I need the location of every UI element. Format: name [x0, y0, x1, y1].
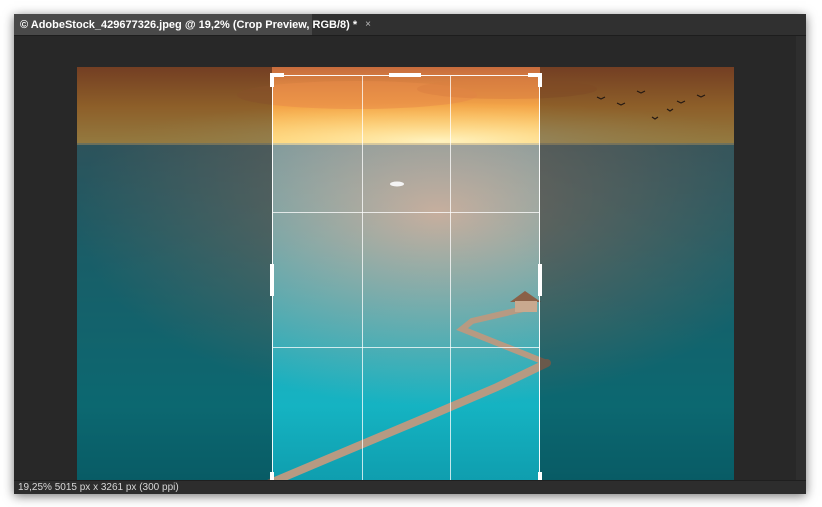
document-tab-bar: © AdobeStock_429677326.jpeg @ 19,2% (Cro…	[14, 14, 806, 36]
crop-handle-top-left-v[interactable]	[270, 73, 274, 87]
crop-handle-top-right-v[interactable]	[538, 73, 542, 87]
vertical-scrollbar[interactable]	[796, 36, 806, 480]
crop-grid-line	[273, 347, 539, 349]
status-bar: 19,25% 5015 px x 3261 px (300 ppi)	[14, 480, 806, 494]
crop-handle-left[interactable]	[270, 264, 274, 296]
canvas-area[interactable]	[14, 36, 806, 494]
zoom-level[interactable]: 19,25%	[18, 482, 52, 493]
photo-canvas[interactable]	[77, 67, 734, 494]
crop-grid-line	[361, 76, 363, 483]
crop-shield-left	[77, 67, 272, 494]
crop-handle-top[interactable]	[389, 73, 421, 77]
document-tab[interactable]: © AdobeStock_429677326.jpeg @ 19,2% (Cro…	[14, 14, 371, 35]
document-info[interactable]: 5015 px x 3261 px (300 ppi)	[55, 482, 179, 493]
crop-grid-line	[450, 76, 452, 483]
crop-shield-right	[540, 67, 734, 494]
crop-box[interactable]	[270, 73, 542, 486]
crop-grid-line	[273, 211, 539, 213]
photoshop-window: © AdobeStock_429677326.jpeg @ 19,2% (Cro…	[14, 14, 806, 494]
crop-handle-right[interactable]	[538, 264, 542, 296]
document-tab-title: © AdobeStock_429677326.jpeg @ 19,2% (Cro…	[20, 18, 358, 31]
close-icon[interactable]: ×	[365, 19, 371, 30]
